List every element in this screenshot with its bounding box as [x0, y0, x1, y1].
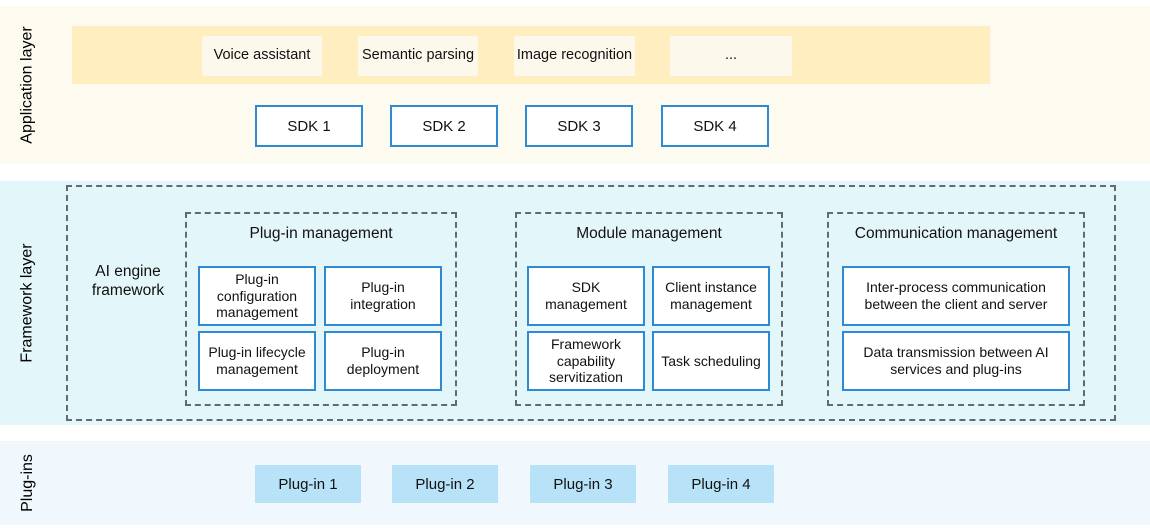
cell-sdk-management[interactable]: SDK management [527, 266, 645, 326]
plugin-box-2[interactable]: Plug-in 2 [392, 465, 498, 503]
cell-framework-capability-servitization[interactable]: Framework capability servitization [527, 331, 645, 391]
ai-engine-framework-label: AI engine framework [91, 263, 165, 300]
application-layer-label: Application layer [0, 6, 56, 164]
application-item-ellipsis[interactable]: ... [670, 36, 792, 76]
group-title: Module management [576, 225, 722, 242]
cell-label: Plug-in integration [350, 279, 416, 312]
cell-label: SDK management [545, 279, 627, 312]
cell-plug-in-integration[interactable]: Plug-in integration [324, 266, 442, 326]
plugin-box-1[interactable]: Plug-in 1 [255, 465, 361, 503]
sdk-box-label: SDK 3 [557, 117, 601, 135]
framework-layer-label-text: Framework layer [19, 243, 37, 363]
cell-label: Plug-in deployment [346, 344, 420, 377]
architecture-diagram: Application layer Voice assistant Semant… [0, 0, 1150, 530]
application-item-label: Image recognition [516, 47, 633, 64]
cell-label: Data transmission between AI services an… [863, 344, 1049, 377]
cell-client-instance-management[interactable]: Client instance management [652, 266, 770, 326]
cell-label: Inter-process communication between the … [864, 279, 1048, 312]
application-item-semantic-parsing[interactable]: Semantic parsing [358, 36, 478, 76]
cell-inter-process-communication[interactable]: Inter-process communication between the … [842, 266, 1070, 326]
plugin-box-label: Plug-in 4 [691, 475, 751, 493]
cell-label: Task scheduling [661, 352, 761, 369]
plugin-box-label: Plug-in 3 [553, 475, 613, 493]
application-item-label: ... [724, 47, 738, 64]
sdk-box-3[interactable]: SDK 3 [525, 105, 633, 147]
plugins-layer-label-text: Plug-ins [19, 454, 36, 512]
application-item-label: Voice assistant [213, 47, 311, 64]
cell-task-scheduling[interactable]: Task scheduling [652, 331, 770, 391]
application-item-image-recognition[interactable]: Image recognition [514, 36, 635, 76]
plugin-box-label: Plug-in 2 [415, 475, 475, 493]
cell-label: Plug-in configuration management [216, 270, 298, 321]
group-title: Plug-in management [249, 225, 393, 242]
cell-label: Plug-in lifecycle management [208, 344, 306, 377]
application-item-label: Semantic parsing [361, 47, 475, 64]
framework-layer-label: Framework layer [0, 181, 56, 425]
cell-data-transmission[interactable]: Data transmission between AI services an… [842, 331, 1070, 391]
sdk-box-label: SDK 2 [422, 117, 466, 135]
sdk-box-label: SDK 1 [287, 117, 331, 135]
sdk-box-1[interactable]: SDK 1 [255, 105, 363, 147]
cell-label: Framework capability servitization [549, 335, 623, 386]
application-layer-label-text: Application layer [19, 26, 36, 144]
plugin-box-4[interactable]: Plug-in 4 [668, 465, 774, 503]
plugin-box-3[interactable]: Plug-in 3 [530, 465, 636, 503]
cell-plug-in-configuration-management[interactable]: Plug-in configuration management [198, 266, 316, 326]
plugin-box-label: Plug-in 1 [278, 475, 338, 493]
cell-plug-in-deployment[interactable]: Plug-in deployment [324, 331, 442, 391]
cell-plug-in-lifecycle-management[interactable]: Plug-in lifecycle management [198, 331, 316, 391]
sdk-box-2[interactable]: SDK 2 [390, 105, 498, 147]
sdk-box-4[interactable]: SDK 4 [661, 105, 769, 147]
group-title: Communication management [854, 225, 1058, 242]
plugins-layer-label: Plug-ins [0, 441, 56, 525]
sdk-box-label: SDK 4 [693, 117, 737, 135]
application-item-voice-assistant[interactable]: Voice assistant [202, 36, 322, 76]
cell-label: Client instance management [665, 279, 757, 312]
